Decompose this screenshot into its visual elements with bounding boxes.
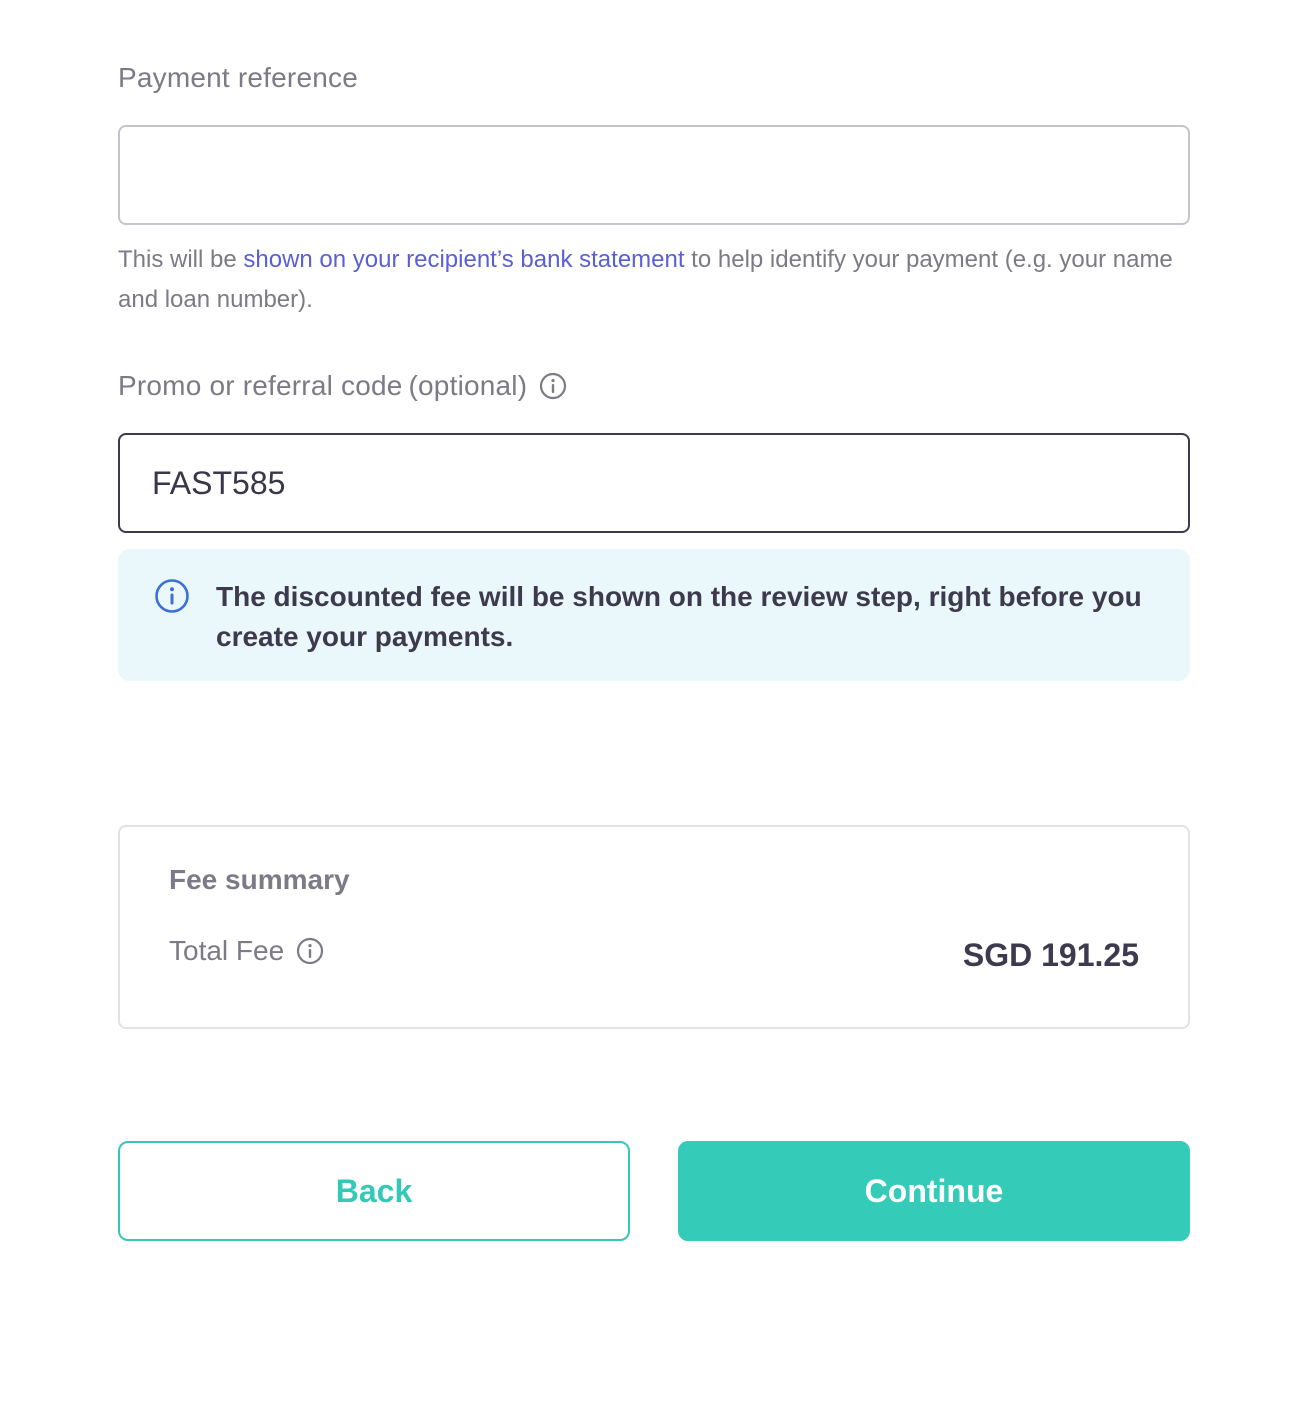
bank-statement-link[interactable]: shown on your recipient’s bank statement [243, 246, 684, 273]
payment-reference-input[interactable] [118, 125, 1190, 225]
continue-button[interactable]: Continue [678, 1141, 1190, 1241]
fee-summary-title: Fee summary [169, 864, 350, 895]
payment-details-page: Payment reference This will be shown on … [0, 0, 1292, 1402]
helper-text-prefix: This will be [118, 246, 244, 273]
discount-info-banner: The discounted fee will be shown on the … [118, 549, 1190, 681]
back-button[interactable]: Back [118, 1141, 630, 1241]
promo-code-label: Promo or referral code (optional) [118, 370, 567, 402]
payment-reference-label: Payment reference [118, 62, 358, 94]
info-circle-icon[interactable] [296, 937, 324, 965]
payment-reference-helper-text: This will be shown on your recipient’s b… [118, 240, 1190, 320]
total-fee-label: Total Fee [169, 935, 324, 967]
total-fee-amount: SGD 191.25 [962, 937, 1139, 973]
total-fee-label-text: Total Fee [169, 935, 285, 966]
discount-info-text: The discounted fee will be shown on the … [216, 581, 1142, 652]
info-circle-icon [154, 578, 190, 619]
promo-code-label-text: Promo or referral code [118, 370, 403, 401]
promo-code-input[interactable] [118, 433, 1190, 533]
info-circle-icon[interactable] [539, 372, 567, 400]
promo-code-optional-text: (optional) [408, 370, 528, 401]
payment-reference-label-text: Payment reference [118, 62, 358, 93]
fee-summary-card: Fee summary Total Fee SGD 191.25 [118, 825, 1190, 1029]
